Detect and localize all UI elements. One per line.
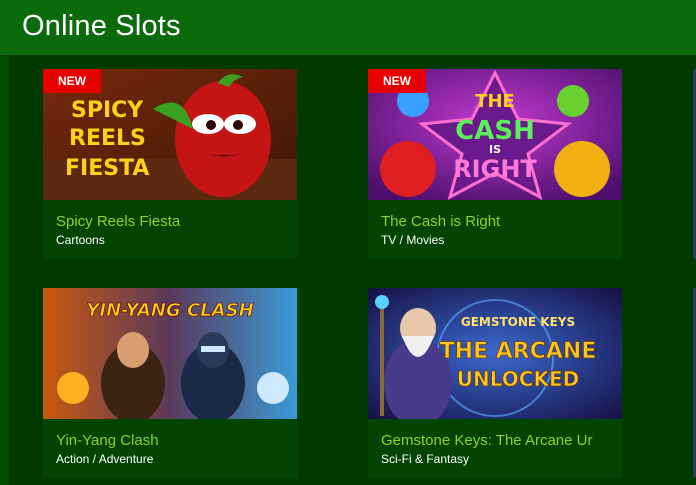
- game-category: TV / Movies: [381, 233, 445, 247]
- page-title: Online Slots: [22, 10, 181, 42]
- svg-text:REELS: REELS: [69, 126, 146, 151]
- game-name[interactable]: Gemstone Keys: The Arcane Ur: [381, 432, 593, 449]
- game-tile[interactable]: YIN-YANG CLASH Yin-Yang Clash Action / A…: [43, 288, 297, 478]
- new-badge: NEW: [368, 69, 426, 93]
- game-name[interactable]: Spicy Reels Fiesta: [56, 213, 180, 230]
- svg-text:UNLOCKED: UNLOCKED: [457, 367, 579, 391]
- game-name[interactable]: Yin-Yang Clash: [56, 432, 159, 449]
- game-category: Cartoons: [56, 233, 105, 247]
- game-name[interactable]: The Cash is Right: [381, 213, 500, 230]
- game-tile[interactable]: THE CASH IS RIGHT NEW The Cash is Right …: [368, 69, 622, 259]
- game-thumbnail[interactable]: GEMSTONE KEYS THE ARCANE UNLOCKED: [368, 288, 622, 419]
- game-thumbnail[interactable]: THE CASH IS RIGHT NEW: [368, 69, 622, 200]
- svg-text:THE: THE: [475, 91, 515, 112]
- game-tile[interactable]: SPICY REELS FIESTA NEW Spicy Reels Fiest…: [43, 69, 297, 259]
- svg-text:GEMSTONE KEYS: GEMSTONE KEYS: [461, 315, 575, 329]
- page-header: Online Slots: [0, 0, 696, 55]
- game-thumbnail[interactable]: YIN-YANG CLASH: [43, 288, 297, 419]
- svg-text:RIGHT: RIGHT: [453, 155, 537, 183]
- svg-text:SPICY: SPICY: [71, 98, 144, 123]
- games-grid: SPICY REELS FIESTA NEW Spicy Reels Fiest…: [9, 55, 696, 485]
- new-badge: NEW: [43, 69, 101, 93]
- game-tile[interactable]: GEMSTONE KEYS THE ARCANE UNLOCKED Gemsto…: [368, 288, 622, 478]
- svg-text:YIN-YANG CLASH: YIN-YANG CLASH: [86, 300, 253, 321]
- game-category: Sci-Fi & Fantasy: [381, 452, 470, 466]
- svg-text:THE ARCANE: THE ARCANE: [440, 339, 597, 364]
- svg-text:CASH: CASH: [455, 116, 535, 146]
- svg-text:FIESTA: FIESTA: [65, 156, 149, 181]
- game-thumbnail[interactable]: SPICY REELS FIESTA NEW: [43, 69, 297, 200]
- game-category: Action / Adventure: [56, 452, 154, 466]
